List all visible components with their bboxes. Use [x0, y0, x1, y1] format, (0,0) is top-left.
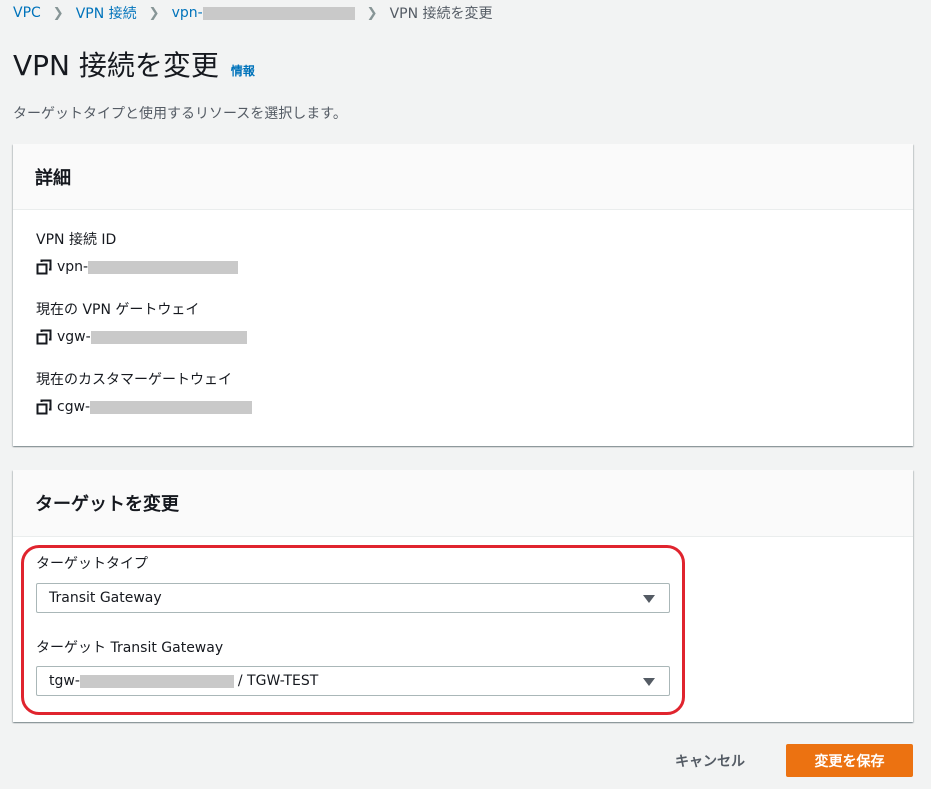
field-label: VPN 接続 ID: [36, 232, 117, 248]
field-label: 現在の VPN ゲートウェイ: [36, 302, 200, 318]
copy-icon[interactable]: [36, 259, 52, 275]
redacted-value: [90, 400, 253, 414]
page-title-row: VPN 接続を変更 情報: [13, 46, 255, 91]
field-value: cgw-: [36, 399, 890, 415]
field-current-customer-gateway: 現在のカスタマーゲートウェイ cgw-: [36, 369, 890, 415]
breadcrumb-vpn-connections[interactable]: VPN 接続: [76, 3, 137, 23]
breadcrumb-vpc[interactable]: VPC: [13, 5, 41, 21]
target-type-value: Transit Gateway: [49, 590, 162, 606]
copy-icon[interactable]: [36, 399, 52, 415]
field-vpn-connection-id: VPN 接続 ID vpn-: [36, 229, 890, 275]
field-current-vpn-gateway: 現在の VPN ゲートウェイ vgw-: [36, 299, 890, 345]
change-target-panel: ターゲットを変更 ターゲットタイプ Transit Gateway ターゲット …: [13, 470, 913, 722]
value-prefix: vpn-: [57, 259, 89, 275]
details-body: VPN 接続 ID vpn- 現在の VPN ゲートウェイ vgw- 現在のカス…: [13, 210, 913, 415]
breadcrumb: VPC ❯ VPN 接続 ❯ vpn- ❯ VPN 接続を変更: [13, 3, 493, 23]
change-target-panel-header: ターゲットを変更: [13, 470, 913, 537]
chevron-right-icon: ❯: [366, 5, 378, 21]
page-title: VPN 接続を変更: [13, 49, 219, 82]
chevron-right-icon: ❯: [52, 5, 64, 21]
breadcrumb-vpn-id-text[interactable]: vpn-: [172, 5, 203, 21]
info-link[interactable]: 情報: [231, 51, 255, 91]
value-prefix: vgw-: [57, 329, 91, 345]
caret-down-icon: [643, 595, 655, 603]
details-panel-header: 詳細: [13, 144, 913, 210]
field-label: 現在のカスタマーゲートウェイ: [36, 372, 232, 388]
value-prefix: cgw-: [57, 399, 91, 415]
target-type-select[interactable]: Transit Gateway: [36, 583, 670, 613]
redacted-value: [202, 6, 355, 20]
target-tgw-select[interactable]: tgw- / TGW-TEST: [36, 666, 670, 696]
cancel-button[interactable]: キャンセル: [660, 744, 760, 777]
field-value: vgw-: [36, 329, 890, 345]
details-panel: 詳細 VPN 接続 ID vpn- 現在の VPN ゲートウェイ vgw- 現在…: [13, 144, 913, 446]
save-changes-button[interactable]: 変更を保存: [786, 744, 913, 777]
breadcrumb-vpn-id[interactable]: vpn-: [172, 5, 355, 21]
breadcrumb-current: VPN 接続を変更: [389, 6, 493, 22]
target-type-label: ターゲットタイプ: [36, 556, 148, 572]
target-tgw-label: ターゲット Transit Gateway: [36, 640, 224, 656]
change-target-heading: ターゲットを変更: [35, 494, 179, 515]
chevron-right-icon: ❯: [148, 5, 160, 21]
change-target-body: ターゲットタイプ Transit Gateway ターゲット Transit G…: [13, 537, 913, 696]
caret-down-icon: [643, 678, 655, 686]
redacted-value: [79, 674, 234, 688]
field-value: vpn-: [36, 259, 890, 275]
page-description: ターゲットタイプと使用するリソースを選択します。: [13, 106, 347, 122]
copy-icon[interactable]: [36, 329, 52, 345]
redacted-value: [88, 260, 239, 274]
redacted-value: [90, 330, 247, 344]
details-heading: 詳細: [35, 167, 71, 189]
tgw-suffix: / TGW-TEST: [237, 673, 319, 689]
tgw-prefix: tgw-: [49, 673, 80, 689]
